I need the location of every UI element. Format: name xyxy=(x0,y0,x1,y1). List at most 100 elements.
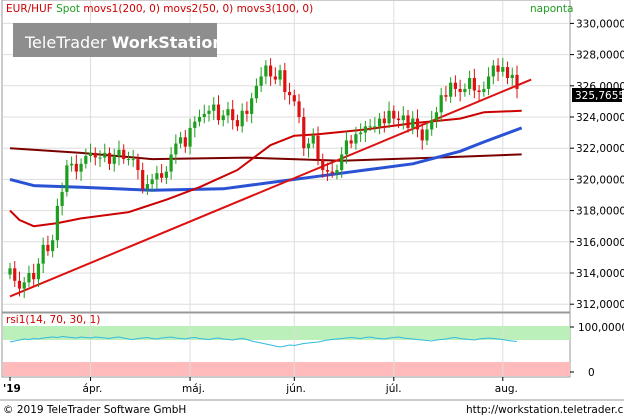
candle-body xyxy=(458,88,462,93)
candle-body xyxy=(510,74,514,78)
candle-body xyxy=(69,163,74,166)
candle-body xyxy=(425,129,429,141)
candle-body xyxy=(491,65,495,77)
candle-body xyxy=(169,154,173,172)
candle-body xyxy=(406,115,410,128)
candle-body xyxy=(126,159,131,161)
candle-body xyxy=(245,110,249,114)
candle-body xyxy=(240,110,244,127)
candle-body xyxy=(174,143,178,155)
candle-body xyxy=(278,70,282,80)
candle-body xyxy=(107,152,112,164)
candle-body xyxy=(401,115,405,121)
candle-body xyxy=(22,282,26,289)
candle-body xyxy=(340,154,344,171)
candle-body xyxy=(368,126,372,128)
x-tick-label: júl. xyxy=(385,383,402,395)
watermark-logo: TeleTrader WorkStation xyxy=(13,23,224,57)
candle-body xyxy=(387,110,391,124)
candle-body xyxy=(117,149,121,156)
candle-body xyxy=(207,110,211,114)
y-tick-label: 314,0000 xyxy=(576,268,624,280)
footer-url[interactable]: http://workstation.teletrader.com xyxy=(466,404,624,416)
candle-body xyxy=(269,65,273,77)
candle-body xyxy=(150,179,154,185)
candle-body xyxy=(65,165,69,192)
candle-body xyxy=(235,120,240,127)
candle-body xyxy=(302,117,306,149)
candle-body xyxy=(8,268,12,275)
svg-text:TeleTrader WorkStation: TeleTrader WorkStation xyxy=(24,33,224,52)
candle-body xyxy=(515,74,519,89)
candle-body xyxy=(297,101,301,117)
candle-body xyxy=(330,171,334,174)
candle-body xyxy=(17,280,22,289)
candle-body xyxy=(449,82,453,97)
candle-body xyxy=(434,112,439,121)
candle-body xyxy=(444,95,448,97)
candle-body xyxy=(55,205,59,241)
candle-body xyxy=(411,118,415,128)
y-tick-label: 322,0000 xyxy=(576,143,624,155)
candle-body xyxy=(359,132,363,135)
candle-body xyxy=(155,173,159,180)
candle-body xyxy=(259,76,263,86)
y-tick-label: 316,0000 xyxy=(576,237,624,249)
candle-body xyxy=(264,65,268,77)
candle-body xyxy=(98,157,102,159)
candle-body xyxy=(188,127,192,147)
candle-body xyxy=(193,121,197,128)
candle-body xyxy=(306,143,311,149)
candle-body xyxy=(32,273,36,280)
candle-body xyxy=(486,76,491,89)
candle-body xyxy=(287,92,292,96)
candle-body xyxy=(482,88,486,93)
candle-body xyxy=(505,67,510,78)
legend-instrument: EUR/HUF Spot movs1(200, 0) movs2(50, 0) … xyxy=(6,3,313,15)
candle-body xyxy=(344,140,349,155)
candle-body xyxy=(164,171,168,178)
candle-body xyxy=(453,82,458,89)
candle-body xyxy=(392,110,396,119)
candle-body xyxy=(373,126,377,128)
candle-body xyxy=(321,159,325,171)
candle-body xyxy=(377,118,382,127)
candle-body xyxy=(79,163,83,172)
candle-body xyxy=(468,78,472,89)
candle-body xyxy=(382,118,386,124)
candle-body xyxy=(88,152,93,156)
candle-body xyxy=(349,140,353,144)
candle-body xyxy=(335,170,339,174)
candle-body xyxy=(27,273,31,283)
candle-body xyxy=(216,104,221,121)
candle-body xyxy=(226,109,230,116)
candle-body xyxy=(36,263,41,280)
price-chart: TeleTrader WorkStation EUR/HUF Spot movs… xyxy=(0,0,624,417)
candle-body xyxy=(439,95,443,113)
candle-body xyxy=(283,70,287,93)
candle-body xyxy=(316,135,320,160)
rsi-legend: rsi1(14, 70, 30, 1) xyxy=(6,314,100,326)
candle-body xyxy=(84,156,88,164)
candle-body xyxy=(51,240,55,252)
candle-body xyxy=(311,135,315,144)
candle-body xyxy=(231,109,235,121)
y-tick-label: 324,0000 xyxy=(576,112,624,124)
candle-body xyxy=(212,104,216,111)
current-price-marker: 325,7655 xyxy=(572,88,624,102)
candle-body xyxy=(221,115,225,121)
x-tick-label: '19 xyxy=(3,383,21,395)
candle-body xyxy=(292,95,296,102)
svg-text:325,7655: 325,7655 xyxy=(575,90,624,102)
x-tick-label: máj. xyxy=(182,383,205,395)
x-tick-label: jún. xyxy=(285,383,306,395)
candle-body xyxy=(13,268,17,281)
candle-body xyxy=(254,85,258,99)
candle-body xyxy=(501,67,505,72)
candle-body xyxy=(430,120,434,130)
candle-body xyxy=(197,117,202,122)
y-tick-label: 320,0000 xyxy=(576,174,624,186)
svg-text:100,0000: 100,0000 xyxy=(578,322,624,334)
candle-body xyxy=(363,126,367,133)
candle-body xyxy=(325,170,330,172)
